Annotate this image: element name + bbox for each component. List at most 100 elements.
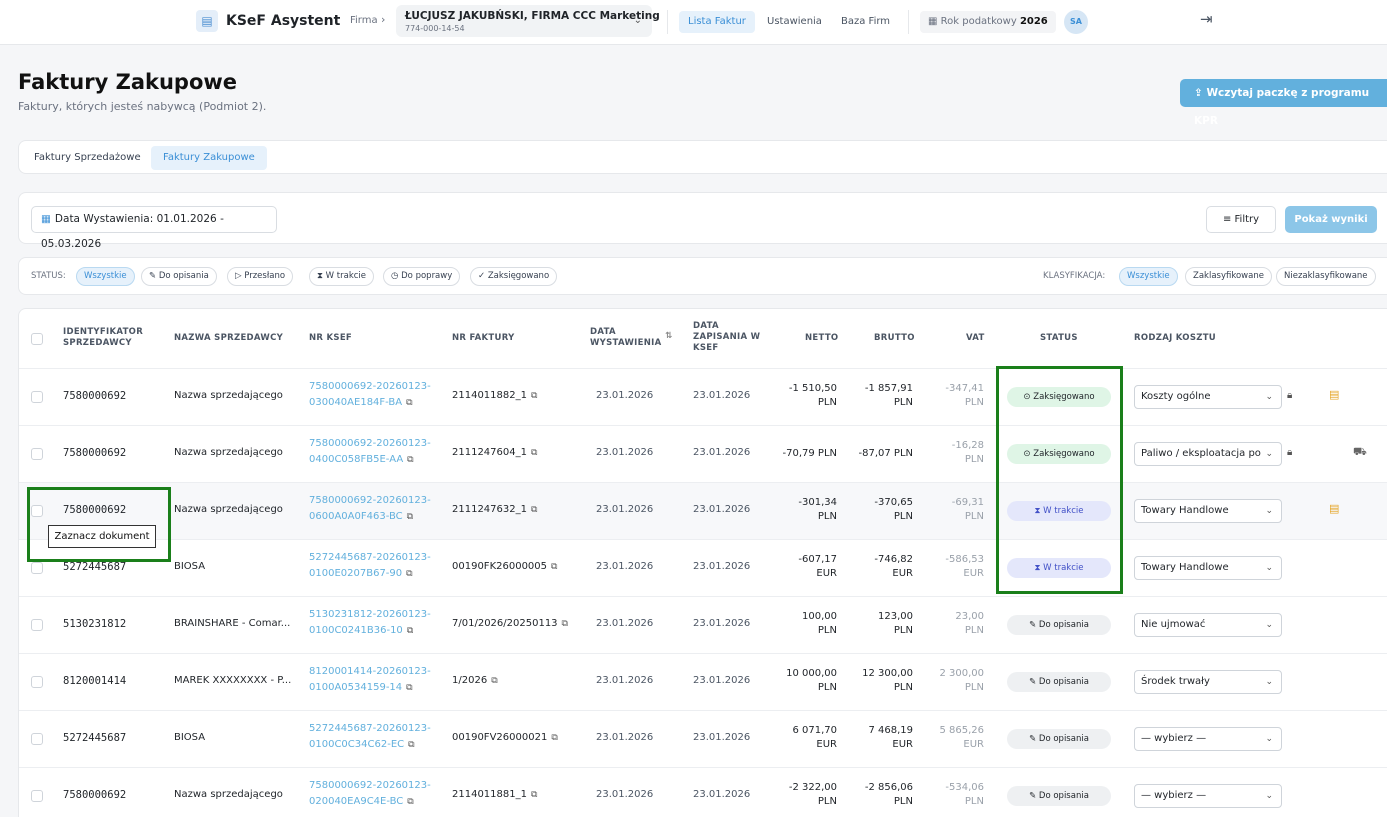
ksef-number[interactable]: 5272445687-20260123- 0100C0C34C62-EC ⧉ — [309, 721, 431, 753]
logout-icon[interactable]: ⇥ — [1200, 10, 1213, 28]
table-row[interactable]: 5272445687 BIOSA 5272445687-20260123- 01… — [19, 539, 1387, 596]
invoice-number: 2111247632_1 ⧉ — [452, 504, 537, 515]
row-checkbox[interactable] — [31, 619, 43, 631]
chip-zaklasyfikowane[interactable]: Zaklasyfikowane — [1185, 267, 1272, 286]
header-vat: VAT — [966, 333, 985, 343]
note-icon[interactable]: ▤ — [1329, 502, 1339, 515]
chip-zaksiegowano[interactable]: ✓ Zaksięgowano — [470, 267, 558, 286]
copy-icon[interactable]: ⧉ — [531, 448, 537, 458]
nav-baza-firm[interactable]: Baza Firm — [832, 11, 899, 33]
cost-type-select[interactable]: — wybierz — ⌄ — [1134, 784, 1282, 808]
ksef-line-2: 0100C0C34C62-EC — [309, 739, 405, 750]
vat-currency: PLN — [964, 682, 984, 693]
seller-id: 5272445687 — [63, 561, 127, 573]
copy-icon[interactable]: ⧉ — [531, 790, 537, 800]
ksef-number[interactable]: 7580000692-20260123- 0400C058FB5E-AA ⧉ — [309, 436, 431, 468]
copy-icon[interactable]: ⧉ — [407, 512, 413, 522]
copy-icon[interactable]: ⧉ — [531, 391, 537, 401]
ksef-number[interactable]: 7580000692-20260123- 0600A0A0F463-BC ⧉ — [309, 493, 431, 525]
brutto-currency: PLN — [893, 796, 913, 807]
copy-icon[interactable]: ⧉ — [407, 797, 413, 807]
avatar[interactable]: SA — [1064, 10, 1088, 34]
hourglass-icon: ⧗ — [317, 271, 326, 281]
select-all-checkbox[interactable] — [31, 333, 43, 345]
copy-icon[interactable]: ⧉ — [406, 569, 412, 579]
filters-button[interactable]: ≡ Filtry — [1206, 206, 1276, 233]
import-kpr-button[interactable]: ⇪ Wczytaj paczkę z programu KPR — [1180, 79, 1387, 127]
netto: -2 322,00 PLN — [757, 781, 837, 809]
car-icon[interactable]: ⛟ — [1353, 445, 1367, 460]
ksef-line-1: 7580000692-20260123- — [309, 381, 431, 392]
ksef-number[interactable]: 8120001414-20260123- 0100A0534159-14 ⧉ — [309, 664, 431, 696]
tab-faktury-sprzedazowe[interactable]: Faktury Sprzedażowe — [22, 146, 153, 170]
netto-value: -607,17 — [798, 554, 837, 565]
cost-type-select[interactable]: Nie ujmować ⌄ — [1134, 613, 1282, 637]
nav-ustawienia[interactable]: Ustawienia — [758, 11, 831, 33]
copy-icon[interactable]: ⧉ — [406, 683, 412, 693]
copy-icon[interactable]: ⧉ — [408, 740, 414, 750]
ksef-number[interactable]: 5272445687-20260123- 0100E0207B67-90 ⧉ — [309, 550, 431, 582]
firma-selector[interactable]: ŁUCJUSZ JAKUBŃSKI, FIRMA CCC Marketing 7… — [396, 5, 660, 37]
table-row[interactable]: 5272445687 BIOSA 5272445687-20260123- 01… — [19, 710, 1387, 767]
copy-icon[interactable]: ⧉ — [551, 733, 557, 743]
date-range-filter[interactable]: ▦ Data Wystawienia: 01.01.2026 - 05.03.20… — [31, 206, 277, 250]
header-data-wystawienia[interactable]: DATA WYSTAWIENIA — [590, 327, 661, 349]
lock-icon[interactable]: 🔒︎ — [1287, 447, 1292, 458]
chip-niezaklasyfikowane[interactable]: Niezaklasyfikowane — [1276, 267, 1376, 286]
row-checkbox[interactable] — [31, 562, 43, 574]
show-results-button[interactable]: Pokaż wyniki — [1285, 206, 1377, 233]
issue-date: 23.01.2026 — [596, 732, 654, 743]
table-row[interactable]: 7580000692 Nazwa sprzedającego 758000069… — [19, 767, 1387, 817]
table-row[interactable]: 7580000692 Nazwa sprzedającego 758000069… — [19, 482, 1387, 539]
chip-przeslano[interactable]: ▷ Przesłano — [227, 267, 294, 286]
chip-w-trakcie[interactable]: ⧗ W trakcie — [309, 267, 375, 286]
row-checkbox[interactable] — [31, 676, 43, 688]
ksef-number[interactable]: 5130231812-20260123- 0100C0241B36-10 ⧉ — [309, 607, 431, 639]
vat-value: -16,28 — [951, 440, 984, 451]
chip-klas-all[interactable]: Wszystkie — [1119, 267, 1178, 286]
chevron-down-icon: ⌄ — [1265, 791, 1273, 801]
row-checkbox[interactable] — [31, 448, 43, 460]
table-row[interactable]: 8120001414 MAREK XXXXXXXX - P... 8120001… — [19, 653, 1387, 710]
chip-status-all[interactable]: Wszystkie — [76, 267, 135, 286]
cost-type-select[interactable]: — wybierz — ⌄ — [1134, 727, 1282, 751]
ksef-line-2: 0100A0534159-14 — [309, 682, 403, 693]
sort-icon[interactable]: ⇅ — [665, 331, 672, 342]
chip-label: Zaksięgowano — [487, 271, 550, 281]
row-checkbox[interactable] — [31, 790, 43, 802]
year-selector[interactable]: ▦ Rok podatkowy 2026 — [920, 11, 1056, 33]
chip-do-opisania[interactable]: ✎ Do opisania — [141, 267, 217, 286]
netto: 6 071,70 EUR — [757, 724, 837, 752]
copy-icon[interactable]: ⧉ — [491, 676, 497, 686]
tabs: Faktury Sprzedażowe Faktury Zakupowe — [18, 140, 1387, 174]
lock-icon[interactable]: 🔒︎ — [1287, 390, 1292, 401]
row-checkbox[interactable] — [31, 733, 43, 745]
cost-type-select[interactable]: Paliwo / eksploatacja po ⌄ — [1134, 442, 1282, 466]
header-nr-faktury: NR FAKTURY — [452, 333, 515, 343]
copy-icon[interactable]: ⧉ — [407, 455, 413, 465]
copy-icon[interactable]: ⧉ — [562, 619, 568, 629]
table-row[interactable]: 7580000692 Nazwa sprzedającego 758000069… — [19, 368, 1387, 425]
row-checkbox[interactable] — [31, 391, 43, 403]
tab-faktury-zakupowe[interactable]: Faktury Zakupowe — [151, 146, 267, 170]
seller-name: BIOSA — [174, 561, 206, 572]
ksef-number[interactable]: 7580000692-20260123- 030040AE184F-BA ⧉ — [309, 379, 431, 411]
cost-type-select[interactable]: Towary Handlowe ⌄ — [1134, 499, 1282, 523]
chip-do-poprawy[interactable]: ◷ Do poprawy — [383, 267, 461, 286]
nav-lista-faktur[interactable]: Lista Faktur — [679, 11, 755, 33]
copy-icon[interactable]: ⧉ — [551, 562, 557, 572]
cost-type-select[interactable]: Środek trwały ⌄ — [1134, 670, 1282, 694]
note-icon[interactable]: ▤ — [1329, 388, 1339, 401]
copy-icon[interactable]: ⧉ — [407, 626, 413, 636]
cost-type-select[interactable]: Towary Handlowe ⌄ — [1134, 556, 1282, 580]
cost-type-value: Koszty ogólne — [1141, 391, 1211, 402]
copy-icon[interactable]: ⧉ — [531, 505, 537, 515]
brand[interactable]: ▤ KSeF Asystent — [196, 10, 340, 32]
ksef-number[interactable]: 7580000692-20260123- 020040EA9C4E-BC ⧉ — [309, 778, 431, 810]
copy-icon[interactable]: ⧉ — [406, 398, 412, 408]
vat: -347,41 PLN — [904, 382, 984, 410]
table-row[interactable]: 7580000692 Nazwa sprzedającego 758000069… — [19, 425, 1387, 482]
cost-type-select[interactable]: Koszty ogólne ⌄ — [1134, 385, 1282, 409]
netto-value: -301,34 — [798, 497, 837, 508]
table-row[interactable]: 5130231812 BRAINSHARE - Comar... 5130231… — [19, 596, 1387, 653]
